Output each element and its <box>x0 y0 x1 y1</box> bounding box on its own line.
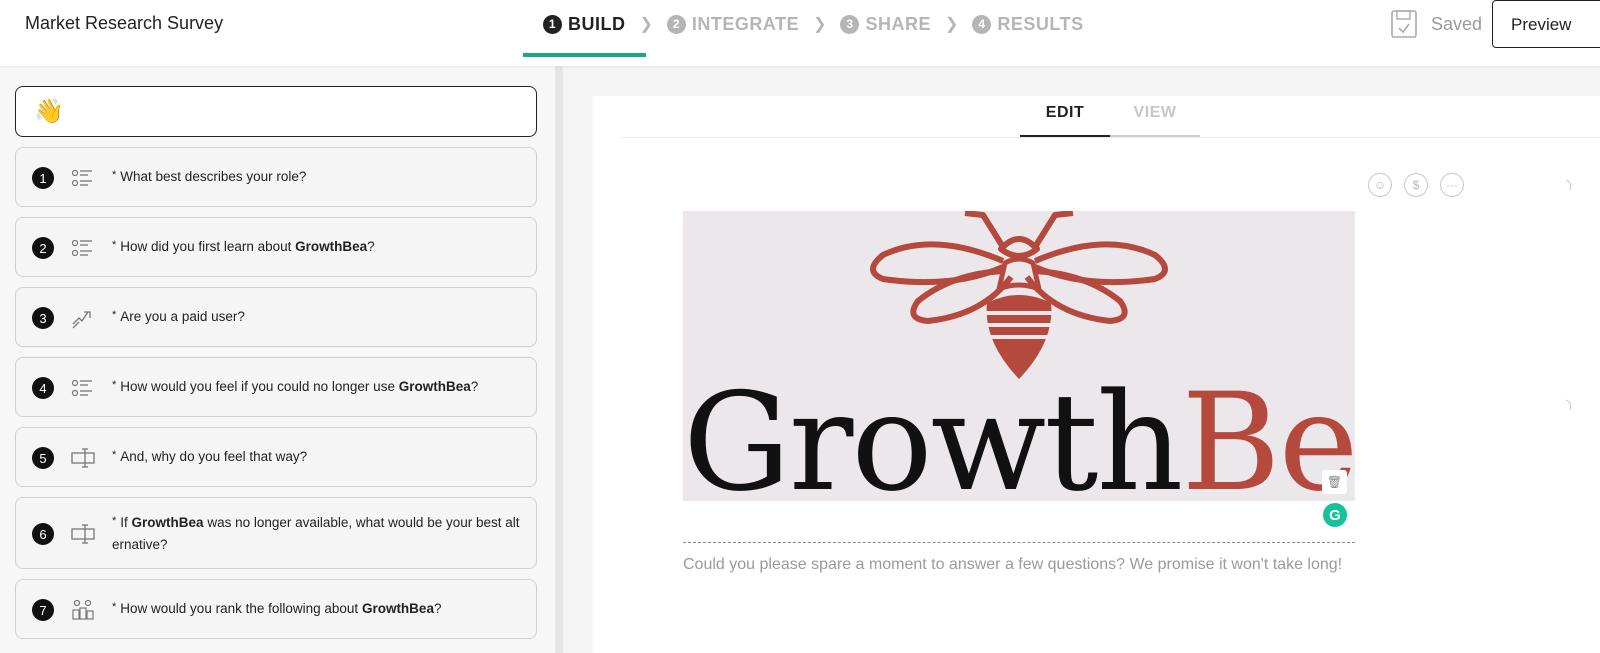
text-input-icon <box>70 522 96 546</box>
question-text: * And, why do you feel that way? <box>112 446 522 468</box>
question-card-2[interactable]: 2 * How did you first learn about GrowthBe… <box>15 217 537 277</box>
question-text-start: How would you feel if you could no longe… <box>120 379 399 394</box>
question-card-3[interactable]: 3 * Are you a paid user? <box>15 287 537 347</box>
saved-label: Saved <box>1431 13 1483 34</box>
required-asterisk: * <box>112 515 117 527</box>
question-text-start: How would you rank the following about <box>120 601 362 616</box>
required-asterisk: * <box>112 449 117 461</box>
step-share-label: SHARE <box>865 13 931 34</box>
multiple-choice-icon <box>70 236 96 260</box>
question-brand-name: GrowthBea <box>398 379 471 394</box>
step-results-number: 4 <box>972 14 992 34</box>
question-brand-name: GrowthBea <box>295 239 368 254</box>
text-input-icon <box>70 446 96 470</box>
question-text: * Are you a paid user? <box>112 306 522 328</box>
question-brand-name: GrowthBea <box>361 601 434 616</box>
step-build[interactable]: 1 BUILD <box>523 0 646 57</box>
question-card-7[interactable]: 7 * How would you rank the following about… <box>15 579 537 639</box>
required-asterisk: * <box>112 239 117 251</box>
step-integrate-number: 2 <box>666 14 686 34</box>
step-build-label: BUILD <box>568 13 626 34</box>
banner-divider <box>683 542 1355 543</box>
question-number: 5 <box>32 447 54 469</box>
step-navigation: 1 BUILD ❯ 2 INTEGRATE ❯ 3 SHARE ❯ 4 RESU… <box>523 0 1084 66</box>
multiple-choice-icon <box>70 166 96 190</box>
tabs-divider <box>620 137 1600 138</box>
question-number: 2 <box>32 237 54 259</box>
tab-view[interactable]: VIEW <box>1110 98 1200 138</box>
tab-edit[interactable]: EDIT <box>1020 98 1110 138</box>
dollar-icon[interactable]: $ <box>1404 173 1428 197</box>
step-results-label: RESULTS <box>997 13 1084 34</box>
question-text-start: And, why do you feel that way? <box>120 449 308 464</box>
grammarly-icon[interactable]: G <box>1321 501 1349 529</box>
question-text: * How did you first learn about GrowthBea… <box>112 236 522 258</box>
waving-hand-icon: 👋 <box>34 98 64 125</box>
step-results[interactable]: 4 RESULTS <box>972 0 1083 57</box>
question-text-end: ? <box>470 379 479 394</box>
tab-edit-label: EDIT <box>1045 104 1085 121</box>
question-text-start: How did you first learn about <box>120 239 296 254</box>
required-asterisk: * <box>112 379 117 391</box>
chevron-right-icon: ❯ <box>945 16 959 33</box>
welcome-description[interactable]: Could you please spare a moment to answe… <box>683 556 1342 574</box>
edge-decoration <box>1565 179 1571 411</box>
question-card-4[interactable]: 4 * How would you feel if you could no lon… <box>15 357 537 417</box>
welcome-banner-image[interactable]: GrowthBea <box>683 211 1355 501</box>
multiple-choice-icon <box>70 376 96 400</box>
active-step-indicator <box>523 53 646 57</box>
question-text-end: ? <box>367 239 375 254</box>
step-share-number: 3 <box>840 14 860 34</box>
question-number: 4 <box>32 377 54 399</box>
question-text-start: What best describes your role? <box>120 169 307 184</box>
question-text: * What best describes your role? <box>112 166 522 188</box>
step-build-number: 1 <box>543 14 562 34</box>
question-text-end: ? <box>433 601 442 616</box>
step-integrate[interactable]: 2 INTEGRATE <box>666 0 800 57</box>
question-number: 6 <box>32 523 54 545</box>
survey-title[interactable]: Market Research Survey <box>25 13 223 34</box>
save-disk-icon <box>1391 10 1417 38</box>
welcome-screen-card[interactable]: 👋 <box>15 86 537 137</box>
tab-view-label: VIEW <box>1133 104 1177 121</box>
question-text: * How would you feel if you could no long… <box>112 376 522 398</box>
chevron-right-icon: ❯ <box>639 16 653 33</box>
question-text-start: If <box>120 515 132 530</box>
question-text: * If GrowthBea was no longer available, w… <box>112 512 522 556</box>
question-number: 7 <box>32 599 54 621</box>
panel-divider[interactable] <box>555 66 563 653</box>
ranking-icon <box>70 598 96 622</box>
question-number: 1 <box>32 167 54 189</box>
question-text-start: Are you a paid user? <box>120 309 245 324</box>
save-status: Saved <box>1391 10 1482 38</box>
more-icon[interactable]: ··· <box>1440 173 1464 197</box>
question-card-1[interactable]: 1 * What best describes your role? <box>15 147 537 207</box>
editor-tabs: EDIT VIEW <box>1020 98 1200 138</box>
preview-button[interactable]: Preview <box>1492 0 1600 48</box>
question-card-6[interactable]: 6 * If GrowthBea was no longer available, … <box>15 497 537 569</box>
brand-word-dark: Growth <box>683 364 1183 501</box>
required-asterisk: * <box>112 169 117 181</box>
smiley-icon[interactable]: ☺ <box>1368 173 1392 197</box>
top-header: Market Research Survey 1 BUILD ❯ 2 INTEG… <box>0 0 1600 66</box>
step-integrate-label: INTEGRATE <box>691 13 800 34</box>
question-brand-name: GrowthBea <box>131 515 204 530</box>
required-asterisk: * <box>112 601 117 613</box>
question-card-5[interactable]: 5 * And, why do you feel that way? <box>15 427 537 487</box>
yes-no-icon <box>70 306 96 330</box>
brand-wordmark: GrowthBea <box>683 375 1355 501</box>
question-text: * How would you rank the following about … <box>112 598 522 620</box>
chevron-right-icon: ❯ <box>813 16 827 33</box>
question-number: 3 <box>32 307 54 329</box>
step-share[interactable]: 3 SHARE <box>840 0 931 57</box>
trash-icon[interactable]: 🗑 <box>1322 470 1347 494</box>
required-asterisk: * <box>112 309 117 321</box>
